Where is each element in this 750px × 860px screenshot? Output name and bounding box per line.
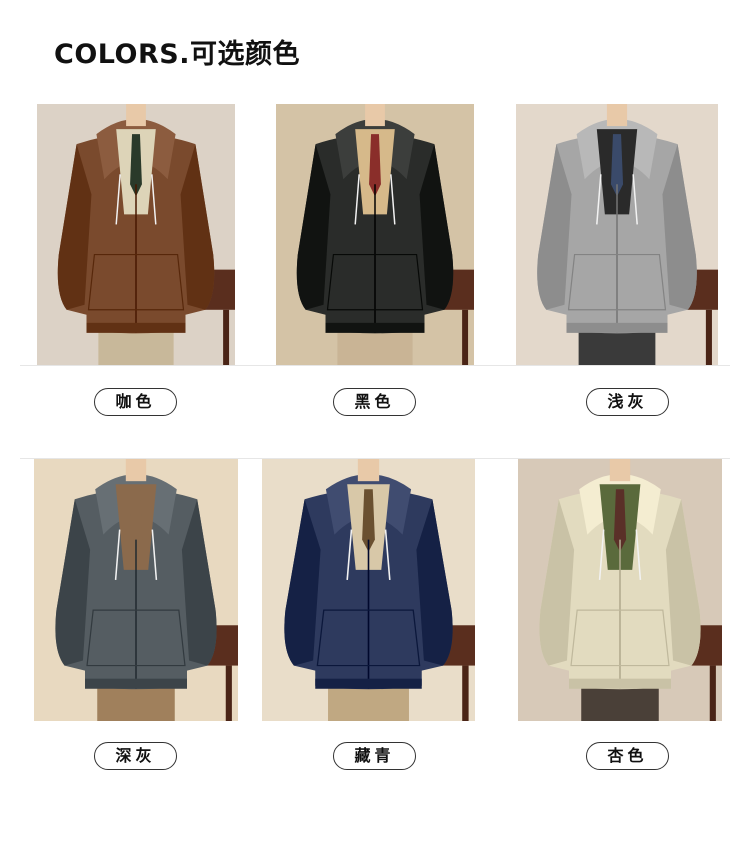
neck [606,104,628,127]
product-photo[interactable] [34,459,238,721]
color-option-label[interactable]: 咖色 [94,388,177,416]
table-leg [709,665,716,721]
product-photo[interactable] [518,459,722,721]
color-option-label[interactable]: 藏青 [333,742,416,770]
color-option-label[interactable]: 深灰 [94,742,177,770]
hoodie-hem [566,322,668,333]
table-leg [462,665,469,721]
table-leg [223,309,230,365]
product-photo[interactable] [516,104,718,365]
product-photo[interactable] [276,104,474,365]
hoodie-hem [315,678,422,689]
color-option-label[interactable]: 黑色 [333,388,416,416]
hoodie-hem [569,678,671,689]
hoodie-hem [86,322,186,333]
table-leg [462,309,469,365]
neck [365,104,385,127]
neck [126,104,146,127]
table-leg [225,665,232,721]
product-photo[interactable] [37,104,235,365]
table-leg [705,309,712,365]
neck [609,459,631,482]
neck [357,459,380,482]
hoodie-hem [325,322,425,333]
color-option-label[interactable]: 杏色 [586,742,669,770]
color-option-label[interactable]: 浅灰 [586,388,669,416]
hoodie-hem [85,678,187,689]
page-title: COLORS.可选颜色 [54,39,300,70]
divider [20,365,730,366]
product-photo[interactable] [262,459,475,721]
neck [125,459,147,482]
